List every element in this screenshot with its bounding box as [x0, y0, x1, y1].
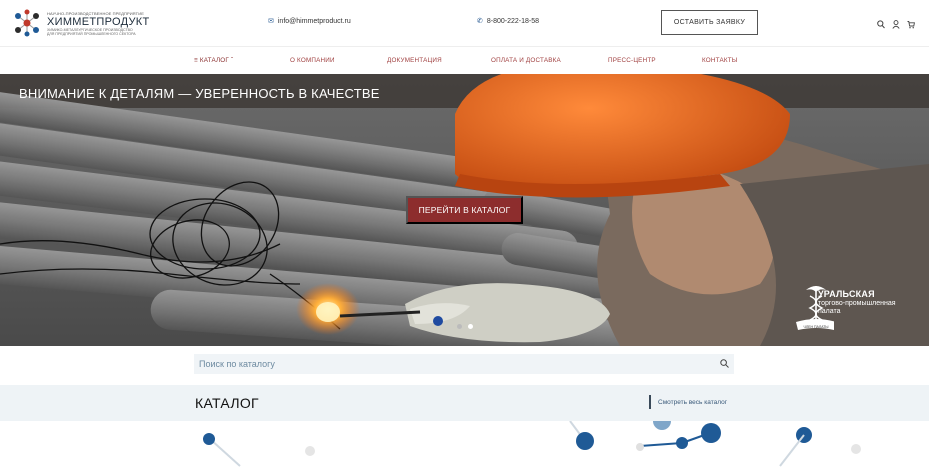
chevron-down-icon: ˇ	[230, 57, 234, 64]
logo-name: ХИММЕТПРОДУКТ	[47, 15, 150, 28]
phone-text: 8-800-222-18-58	[486, 17, 540, 25]
email-contact[interactable]: ✉ info@himmetproduct.ru	[268, 17, 351, 26]
catalog-decoration	[0, 421, 929, 470]
nav-catalog-label: КАТАЛОГ	[199, 57, 230, 64]
catalog-title: КАТАЛОГ	[195, 395, 259, 411]
site-header: НАУЧНО-ПРОИЗВОДСТВЕННОЕ ПРЕДПРИЯТИЕ ХИММ…	[0, 0, 929, 46]
nav-payment-delivery[interactable]: ОПЛАТА И ДОСТАВКА	[491, 57, 561, 64]
phone-contact[interactable]: ✆ 8-800-222-18-58	[477, 17, 540, 26]
nav-press-center[interactable]: ПРЕСС-ЦЕНТР	[608, 57, 656, 64]
badge-line-2: торгово-промышленная	[818, 300, 896, 307]
search-submit-icon[interactable]	[720, 359, 729, 368]
catalog-search	[194, 354, 734, 374]
search-icon[interactable]	[877, 16, 885, 29]
main-navigation: ≡ КАТАЛОГ ˇ О КОМПАНИИ ДОКУМЕНТАЦИЯ ОПЛА…	[0, 46, 929, 74]
apply-button[interactable]: ОСТАВИТЬ ЗАЯВКУ	[661, 10, 758, 35]
hero-slider: ВНИМАНИЕ К ДЕТАЛЯМ — УВЕРЕННОСТЬ В КАЧЕС…	[0, 74, 929, 346]
user-icon[interactable]	[892, 16, 900, 29]
molecule-logo-icon	[15, 9, 39, 37]
view-all-catalog-link[interactable]: Смотреть весь каталог	[649, 395, 727, 409]
email-text: info@himmetproduct.ru	[277, 17, 351, 25]
molecule-decoration-icon	[203, 421, 861, 467]
menu-icon: ≡	[194, 57, 198, 64]
catalog-section-header: КАТАЛОГ Смотреть весь каталог	[0, 385, 929, 421]
hero-title: ВНИМАНИЕ К ДЕТАЛЯМ — УВЕРЕННОСТЬ В КАЧЕС…	[19, 86, 380, 101]
badge-line-3: палата	[818, 308, 841, 315]
company-logo[interactable]: НАУЧНО-ПРОИЗВОДСТВЕННОЕ ПРЕДПРИЯТИЕ ХИММ…	[12, 6, 172, 40]
slider-pagination	[457, 324, 473, 329]
cart-icon[interactable]	[907, 16, 915, 29]
header-actions	[877, 16, 915, 29]
mail-icon: ✉	[268, 18, 274, 25]
nav-about[interactable]: О КОМПАНИИ	[290, 57, 335, 64]
nav-contacts[interactable]: КОНТАКТЫ	[702, 57, 738, 64]
slider-dot-1[interactable]	[457, 324, 462, 329]
slider-dot-2[interactable]	[468, 324, 473, 329]
search-input[interactable]	[194, 354, 714, 374]
logo-subtitle-2: ДЛЯ ПРЕДПРИЯТИЙ ПРОМЫШЛЕННОГО СЕКТОРА	[47, 31, 136, 36]
nav-documentation[interactable]: ДОКУМЕНТАЦИЯ	[387, 57, 442, 64]
go-to-catalog-button[interactable]: ПЕРЕЙТИ В КАТАЛОГ	[406, 196, 523, 224]
chamber-of-commerce-badge: ЧЛЕН ПАЛАТЫ УРАЛЬСКАЯ торгово-промышленн…	[794, 280, 919, 335]
nav-catalog[interactable]: ≡ КАТАЛОГ ˇ	[194, 57, 233, 64]
phone-icon: ✆	[477, 18, 483, 25]
badge-ribbon: ЧЛЕН ПАЛАТЫ	[804, 325, 829, 329]
chamber-name: УРАЛЬСКАЯ торгово-промышленная палата	[818, 290, 896, 316]
badge-line-1: УРАЛЬСКАЯ	[818, 289, 875, 299]
